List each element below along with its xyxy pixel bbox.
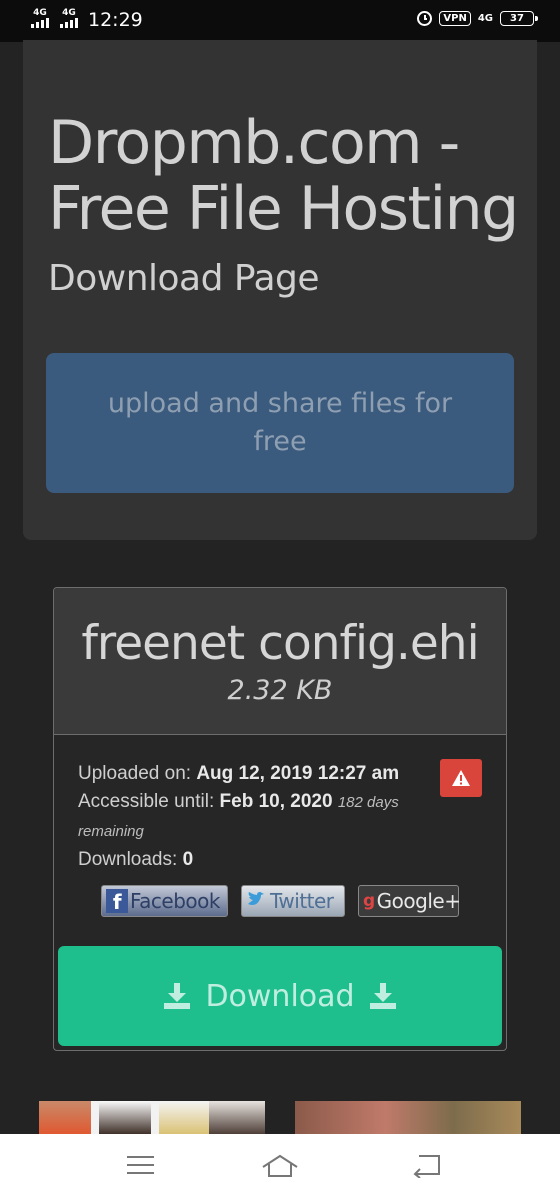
sim2-signal: 4G — [60, 8, 78, 28]
facebook-icon: f — [106, 889, 128, 914]
clock: 12:29 — [88, 9, 143, 31]
google-share-button[interactable]: g Google+ — [358, 885, 461, 917]
report-button[interactable] — [440, 759, 482, 797]
navigation-bar — [0, 1134, 560, 1200]
twitter-bird-icon — [248, 891, 264, 905]
ad-thumbnail[interactable] — [159, 1101, 209, 1135]
downloads-value: 0 — [182, 849, 194, 870]
uploaded-value: Aug 12, 2019 12:27 am — [196, 763, 400, 784]
page-subtitle: Download Page — [48, 258, 320, 299]
sim2-label: 4G — [62, 8, 76, 18]
header-panel: Dropmb.com - Free File Hosting Download … — [23, 40, 537, 540]
facebook-share-button[interactable]: f Facebook — [101, 885, 228, 917]
upload-share-button[interactable]: upload and share files for free — [46, 353, 514, 493]
file-meta: Uploaded on: Aug 12, 2019 12:27 am Acces… — [78, 760, 418, 874]
menu-icon[interactable] — [127, 1154, 155, 1176]
twitter-share-button[interactable]: Twitter — [241, 885, 345, 917]
sim1-label: 4G — [33, 8, 47, 18]
ad-image-strip-left[interactable] — [39, 1101, 265, 1135]
site-title: Dropmb.com - Free File Hosting — [48, 108, 519, 244]
status-icons: VPN 4G 37 — [417, 11, 538, 26]
uploaded-label: Uploaded on: — [78, 763, 192, 784]
facebook-label: Facebook — [130, 889, 220, 913]
warning-icon — [452, 770, 470, 786]
home-icon[interactable] — [261, 1154, 299, 1178]
file-card: freenet config.ehi 2.32 KB Uploaded on: … — [53, 587, 507, 1051]
battery-level: 37 — [510, 13, 524, 24]
signal-bars-icon — [60, 18, 78, 28]
ad-thumbnail[interactable] — [209, 1101, 265, 1135]
download-button[interactable]: Download — [58, 946, 502, 1046]
accessible-row: Accessible until: Feb 10, 2020 182 days … — [78, 788, 418, 846]
download-icon — [164, 983, 191, 1009]
download-label: Download — [205, 978, 355, 1014]
download-icon — [369, 983, 396, 1009]
signal-bars-icon — [31, 18, 49, 28]
alarm-icon — [417, 11, 433, 26]
ad-image-right[interactable] — [295, 1101, 521, 1135]
ad-thumbnail[interactable] — [99, 1101, 151, 1135]
sim1-signal: 4G — [31, 8, 49, 28]
downloads-label: Downloads: — [78, 849, 178, 870]
vpn-badge: VPN — [439, 11, 471, 26]
status-bar: 4G 4G 12:29 VPN 4G 37 — [0, 0, 560, 42]
downloads-row: Downloads: 0 — [78, 846, 418, 874]
uploaded-row: Uploaded on: Aug 12, 2019 12:27 am — [78, 760, 418, 788]
twitter-label: Twitter — [270, 889, 334, 913]
google-icon: g — [363, 891, 375, 911]
google-label: Google+ — [376, 889, 461, 913]
file-header: freenet config.ehi 2.32 KB — [54, 588, 506, 735]
ad-thumbnail[interactable] — [39, 1101, 91, 1135]
accessible-value: Feb 10, 2020 — [219, 791, 333, 812]
battery-icon: 37 — [500, 11, 538, 26]
file-name: freenet config.ehi — [81, 616, 479, 671]
ad-thumbnail-gap — [91, 1101, 99, 1135]
network-type: 4G — [477, 12, 493, 24]
back-icon[interactable] — [413, 1154, 441, 1178]
accessible-label: Accessible until: — [78, 791, 215, 812]
ad-thumbnail-gap — [151, 1101, 159, 1135]
file-size: 2.32 KB — [227, 675, 333, 706]
